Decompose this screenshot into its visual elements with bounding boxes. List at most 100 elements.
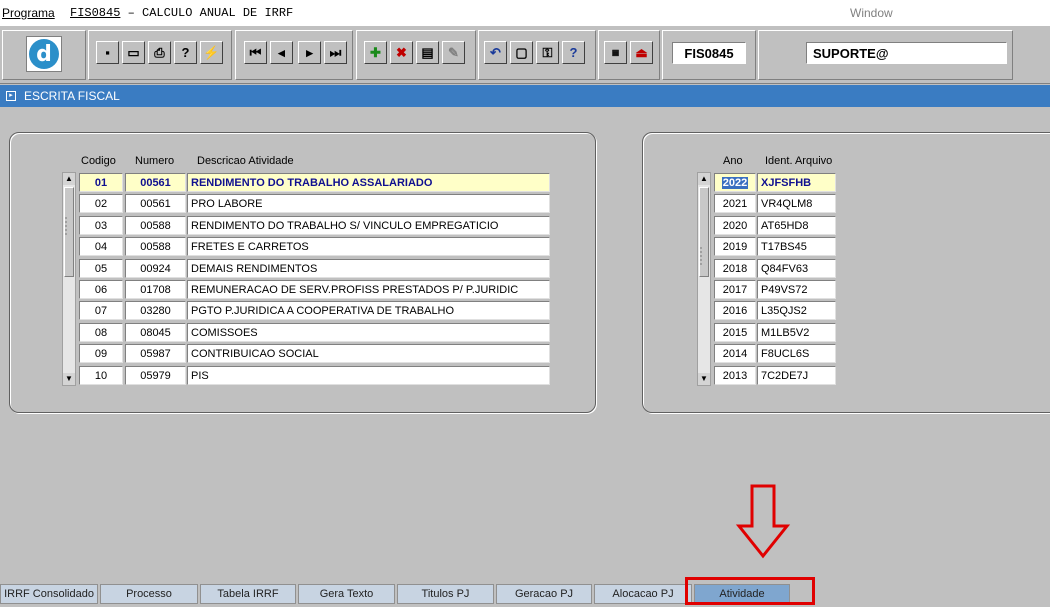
cell-ano[interactable]: 2013 xyxy=(714,366,756,385)
cell-descricao[interactable]: CONTRIBUICAO SOCIAL xyxy=(187,344,550,363)
tab-tabela-irrf[interactable]: Tabela IRRF xyxy=(200,584,296,604)
cell-numero[interactable]: 00924 xyxy=(125,259,186,278)
cell-ano[interactable]: 2018 xyxy=(714,259,756,278)
cell-ano-text: 2022 xyxy=(721,176,749,189)
window-title-text: – CALCULO ANUAL DE IRRF xyxy=(120,6,294,20)
cell-descricao[interactable]: RENDIMENTO DO TRABALHO ASSALARIADO xyxy=(187,173,550,192)
toolbar: d ▪ ▭ ⎙ ? ⚡ ⏮ ◂ ▸ ⏭ ✚ ✖ ▤ ✎ ↶ ▢ ⚿ ? ▦ ⏏ … xyxy=(0,26,1050,84)
last-record-icon[interactable]: ⏭ xyxy=(324,41,347,64)
cell-descricao[interactable]: PIS xyxy=(187,366,550,385)
cell-ident-arquivo[interactable]: AT65HD8 xyxy=(757,216,836,235)
cell-codigo[interactable]: 03 xyxy=(79,216,123,235)
cell-numero[interactable]: 03280 xyxy=(125,301,186,320)
delete-record-icon[interactable]: ✖ xyxy=(390,41,413,64)
scroll-up-icon[interactable]: ▲ xyxy=(63,173,75,185)
cell-numero[interactable]: 08045 xyxy=(125,323,186,342)
app-logo: d xyxy=(26,36,62,72)
cell-ident-arquivo[interactable]: 7C2DE7J xyxy=(757,366,836,385)
menu-programa[interactable]: Programa xyxy=(2,6,55,20)
cell-descricao[interactable]: FRETES E CARRETOS xyxy=(187,237,550,256)
cell-ident-arquivo[interactable]: L35QJS2 xyxy=(757,301,836,320)
clipboard-icon[interactable]: ▢ xyxy=(510,41,533,64)
cell-ano[interactable]: 2017 xyxy=(714,280,756,299)
header-codigo: Codigo xyxy=(81,155,116,167)
query-icon[interactable]: ? xyxy=(174,41,197,64)
cell-ano[interactable]: 2022 xyxy=(714,173,756,192)
cell-ano[interactable]: 2020 xyxy=(714,216,756,235)
window-title-code: FIS0845 xyxy=(70,6,121,20)
cell-numero[interactable]: 00588 xyxy=(125,237,186,256)
cell-numero[interactable]: 00588 xyxy=(125,216,186,235)
cell-codigo[interactable]: 09 xyxy=(79,344,123,363)
tab-gera-texto[interactable]: Gera Texto xyxy=(298,584,395,604)
print-icon[interactable]: ⎙ xyxy=(148,41,171,64)
next-record-icon[interactable]: ▸ xyxy=(298,41,321,64)
undo-icon[interactable]: ↶ xyxy=(484,41,507,64)
cell-descricao[interactable]: PRO LABORE xyxy=(187,194,550,213)
cell-ident-arquivo[interactable]: VR4QLM8 xyxy=(757,194,836,213)
header-descricao: Descricao Atividade xyxy=(197,155,294,167)
cell-ano[interactable]: 2016 xyxy=(714,301,756,320)
first-record-icon[interactable]: ⏮ xyxy=(244,41,267,64)
cell-codigo[interactable]: 08 xyxy=(79,323,123,342)
menu-window[interactable]: Window xyxy=(850,6,893,20)
header-ano: Ano xyxy=(723,155,743,167)
user-field: SUPORTE@ xyxy=(806,42,1007,64)
menu-icon[interactable]: ▦ xyxy=(604,41,627,64)
cell-codigo[interactable]: 02 xyxy=(79,194,123,213)
cell-ident-arquivo[interactable]: F8UCL6S xyxy=(757,344,836,363)
cell-codigo[interactable]: 10 xyxy=(79,366,123,385)
cell-codigo[interactable]: 01 xyxy=(79,173,123,192)
cell-ano[interactable]: 2015 xyxy=(714,323,756,342)
cell-codigo[interactable]: 06 xyxy=(79,280,123,299)
logo-d-icon: d xyxy=(29,39,59,69)
cell-codigo[interactable]: 04 xyxy=(79,237,123,256)
scroll-up-icon[interactable]: ▲ xyxy=(698,173,710,185)
exit-icon[interactable]: ⏏ xyxy=(630,41,653,64)
cell-ident-arquivo[interactable]: Q84FV63 xyxy=(757,259,836,278)
cell-numero[interactable]: 01708 xyxy=(125,280,186,299)
cell-codigo[interactable]: 05 xyxy=(79,259,123,278)
activities-scrollbar[interactable]: ▲ ▼ xyxy=(62,172,76,386)
previous-record-icon[interactable]: ◂ xyxy=(270,41,293,64)
cell-ident-arquivo[interactable]: P49VS72 xyxy=(757,280,836,299)
screen-icon[interactable]: ▭ xyxy=(122,41,145,64)
scroll-down-icon[interactable]: ▼ xyxy=(698,373,710,385)
files-scrollbar[interactable]: ▲ ▼ xyxy=(697,172,711,386)
cell-ident-arquivo[interactable]: T17BS45 xyxy=(757,237,836,256)
tab-alocacao-pj[interactable]: Alocacao PJ xyxy=(594,584,692,604)
cell-codigo[interactable]: 07 xyxy=(79,301,123,320)
header-ident-arquivo: Ident. Arquivo xyxy=(765,155,833,167)
cell-descricao[interactable]: RENDIMENTO DO TRABALHO S/ VINCULO EMPREG… xyxy=(187,216,550,235)
tab-geracao-pj[interactable]: Geracao PJ xyxy=(496,584,592,604)
duplicate-icon[interactable]: ✎ xyxy=(442,41,465,64)
tab-bar: IRRF Consolidado Processo Tabela IRRF Gera … xyxy=(0,580,1050,607)
clear-record-icon[interactable]: ▤ xyxy=(416,41,439,64)
cell-numero[interactable]: 05979 xyxy=(125,366,186,385)
menu-bar: Programa FIS0845 – CALCULO ANUAL DE IRRF… xyxy=(0,0,1050,26)
cell-ano[interactable]: 2021 xyxy=(714,194,756,213)
insert-record-icon[interactable]: ✚ xyxy=(364,41,387,64)
execute-query-icon[interactable]: ⚡ xyxy=(200,41,223,64)
cell-descricao[interactable]: DEMAIS RENDIMENTOS xyxy=(187,259,550,278)
cell-ano[interactable]: 2019 xyxy=(714,237,756,256)
cell-descricao[interactable]: COMISSOES xyxy=(187,323,550,342)
cell-numero[interactable]: 00561 xyxy=(125,173,186,192)
annotation-highlight-box xyxy=(685,577,815,605)
tab-titulos-pj[interactable]: Titulos PJ xyxy=(397,584,494,604)
cell-ano[interactable]: 2014 xyxy=(714,344,756,363)
cell-ident-arquivo[interactable]: XJFSFHB xyxy=(757,173,836,192)
cell-descricao[interactable]: PGTO P.JURIDICA A COOPERATIVA DE TRABALH… xyxy=(187,301,550,320)
cell-descricao[interactable]: REMUNERACAO DE SERV.PROFISS PRESTADOS P/… xyxy=(187,280,550,299)
cell-ident-arquivo[interactable]: M1LB5V2 xyxy=(757,323,836,342)
tab-processo[interactable]: Processo xyxy=(100,584,198,604)
cell-numero[interactable]: 00561 xyxy=(125,194,186,213)
keys-icon[interactable]: ⚿ xyxy=(536,41,559,64)
program-code-field: FIS0845 xyxy=(672,42,746,64)
save-icon[interactable]: ▪ xyxy=(96,41,119,64)
help-icon[interactable]: ? xyxy=(562,41,585,64)
window-icon: ▸ xyxy=(6,91,16,101)
cell-numero[interactable]: 05987 xyxy=(125,344,186,363)
scroll-down-icon[interactable]: ▼ xyxy=(63,373,75,385)
tab-irrf-consolidado[interactable]: IRRF Consolidado xyxy=(0,584,98,604)
